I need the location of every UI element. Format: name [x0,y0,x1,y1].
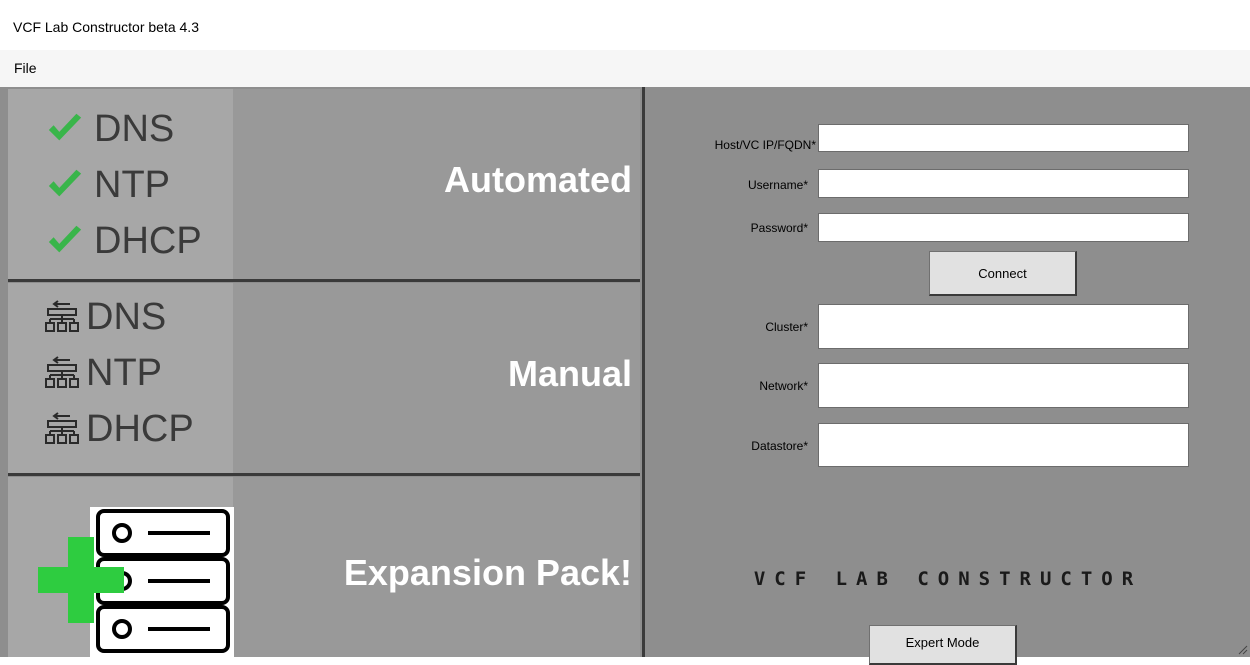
menu-file[interactable]: File [7,57,44,79]
title-bar: VCF Lab Constructor beta 4.3 [0,0,1250,50]
cluster-label: Cluster* [765,320,808,334]
automated-ntp-label: NTP [94,163,170,206]
network-icon [45,412,79,444]
username-label: Username* [747,178,808,192]
menu-bar: File [0,50,1250,87]
panel-divider [642,87,645,657]
check-icon [48,113,82,141]
datastore-input[interactable] [818,423,1189,467]
manual-label: Manual [507,353,632,394]
automated-dhcp-label: DHCP [94,219,202,262]
host-input[interactable] [818,124,1189,152]
vcf-lab-constructor-logo: VCF LAB CONSTRUCTOR [753,568,1143,590]
mode-divider [8,473,640,476]
network-icon [45,300,79,332]
expansion-pack-label: Expansion Pack! [343,552,632,593]
host-label: Host/VC IP/FQDN* [714,138,816,152]
datastore-label: Datastore* [751,439,808,453]
manual-dhcp-row: DHCP [8,401,194,457]
window-title: VCF Lab Constructor beta 4.3 [13,19,199,35]
check-icon [48,225,82,253]
manual-dns-label: DNS [86,295,167,338]
mode-manual[interactable]: DNS NTP DHCP Manual [8,283,640,473]
manual-ntp-label: NTP [86,351,162,394]
expert-mode-button[interactable]: Expert Mode [869,625,1017,665]
automated-label: Automated [444,159,632,200]
network-input[interactable] [818,363,1189,408]
mode-automated[interactable]: DNS NTP DHCP Automated [8,89,640,279]
username-input[interactable] [818,169,1189,198]
mode-divider [8,279,640,282]
mode-expansion-pack[interactable]: Expansion Pack! [8,477,640,657]
server-stack-icon [38,507,234,657]
password-label: Password* [750,221,808,235]
network-icon [45,356,79,388]
check-icon [48,169,82,197]
mode-panel: DNS NTP DHCP Automated DNS NTP DHCP Manu… [0,87,642,657]
network-label: Network* [759,379,808,393]
manual-dhcp-label: DHCP [86,407,194,450]
automated-dns-row: DNS [8,101,174,157]
resize-grip-icon[interactable] [1238,645,1248,655]
connect-button[interactable]: Connect [929,251,1077,296]
password-input[interactable] [818,213,1189,242]
automated-ntp-row: NTP [8,157,170,213]
manual-ntp-row: NTP [8,345,162,401]
cluster-input[interactable] [818,304,1189,349]
automated-dhcp-row: DHCP [8,213,202,269]
automated-dns-label: DNS [94,107,175,150]
manual-dns-row: DNS [8,289,166,345]
